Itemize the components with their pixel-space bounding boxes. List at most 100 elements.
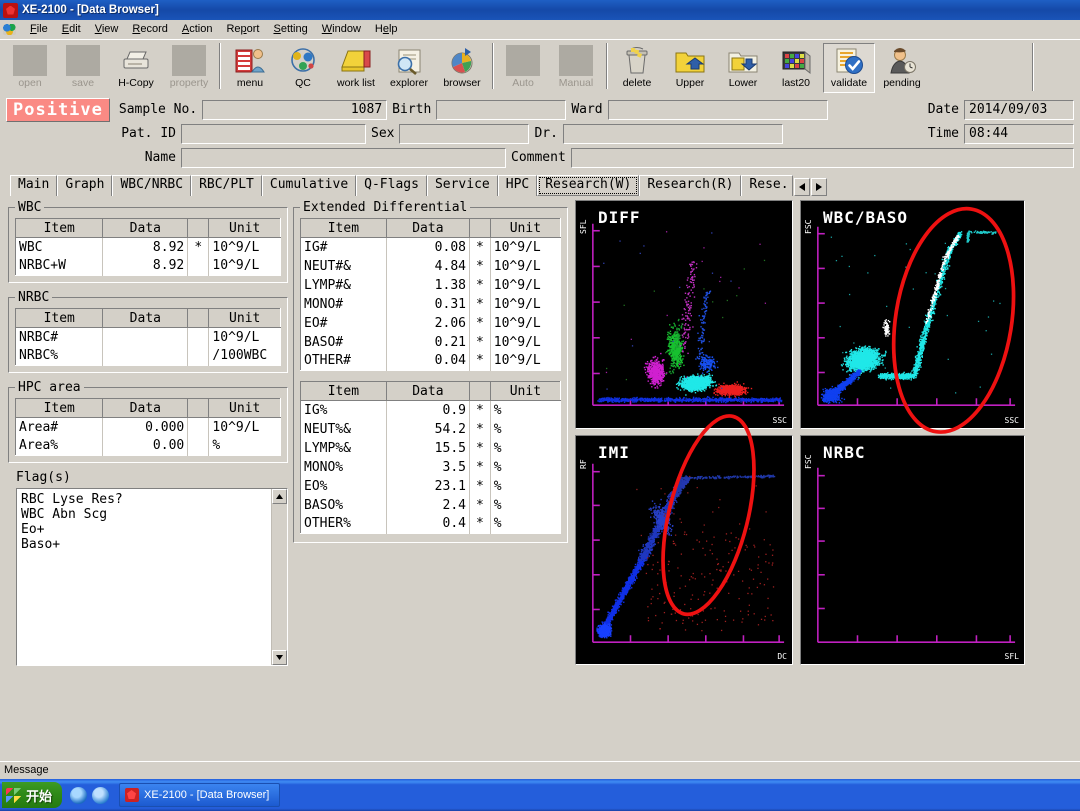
menu-record[interactable]: Record [125,21,174,37]
internet-explorer-icon[interactable] [70,786,88,804]
scattergram-nrbc[interactable]: NRBC FSC SFL [800,435,1025,665]
flags-section: Flag(s) RBC Lyse Res? WBC Abn Scg Eo+ Baso+ [8,470,288,666]
scattergram-column: DIFF SFL SSC WBC/BASO FSC SSC IMI RF DC … [575,200,1074,749]
axis-ticks [817,474,1011,643]
scattergram-imi[interactable]: IMI RF DC [575,435,793,665]
date-input[interactable]: 2014/09/03 [964,99,1074,120]
scattergram-wbc-baso[interactable]: WBC/BASO FSC SSC [800,200,1025,429]
table-row[interactable]: BASO# 0.21 * 10^9/L [300,332,561,352]
tab-q-flags[interactable]: Q-Flags [356,175,427,196]
tab-research-r-[interactable]: Research(R) [639,175,742,196]
cell-unit: 10^9/L [490,256,561,276]
table-row[interactable]: LYMP%& 15.5 *% [300,438,561,458]
toolbar-button-validate[interactable]: validate [823,43,875,93]
menu-window[interactable]: Window [315,21,368,37]
list-item[interactable]: Baso+ [21,537,267,552]
comment-input[interactable] [570,147,1074,168]
list-item[interactable]: RBC Lyse Res? [21,492,267,507]
menu-file[interactable]: File [23,21,55,37]
table-row[interactable]: IG# 0.08 * 10^9/L [300,237,561,257]
menu-view[interactable]: View [88,21,126,37]
ward-input[interactable] [607,99,828,120]
toolbar-button-explorer[interactable]: explorer [383,43,435,93]
table-row[interactable]: Area# 0.000 10^9/L [15,417,281,437]
toolbar-button-menu[interactable]: menu [224,43,276,93]
scroll-down-button[interactable] [272,650,287,665]
col-item: Item [15,218,104,238]
table-row[interactable]: IG% 0.9 *% [300,400,561,420]
flags-scrollbar[interactable] [271,489,287,665]
tab-scroll-right-button[interactable] [811,178,828,196]
time-input[interactable]: 08:44 [964,123,1074,144]
list-item[interactable]: Eo+ [21,522,267,537]
table-row[interactable]: OTHER# 0.04 * 10^9/L [300,351,561,371]
tab-service[interactable]: Service [426,175,498,196]
tab-main[interactable]: Main [10,175,58,196]
toolbar-button-lower[interactable]: Lower [717,43,769,93]
cell-flag: * [469,438,491,458]
quick-launch-bar [68,786,115,804]
toolbar-button-label: Manual [558,77,594,89]
cell-unit: 10^9/L [490,351,561,371]
start-button[interactable]: 开始 [2,782,63,808]
table-row[interactable]: MONO# 0.31 * 10^9/L [300,294,561,314]
scattergram-diff-xlabel: SSC [772,416,787,425]
table-row[interactable]: MONO% 3.5 *% [300,457,561,477]
flags-listbox[interactable]: RBC Lyse Res? WBC Abn Scg Eo+ Baso+ [16,488,288,666]
table-row[interactable]: EO# 2.06 * 10^9/L [300,313,561,333]
list-item[interactable]: WBC Abn Scg [21,507,267,522]
tab-scroll-left-button[interactable] [794,178,811,196]
scattergram-diff[interactable]: DIFF SFL SSC [575,200,793,429]
cell-item: EO% [300,476,387,496]
cell-unit: 10^9/L [208,327,281,347]
toolbar-button-h-copy[interactable]: H-Copy [110,43,162,93]
wbc-table: Item Data Unit WBC 8.92 * 10^9/L NRBC+W 8.92 1… [15,218,281,276]
tab-rese-[interactable]: Rese. [741,175,794,196]
table-row[interactable]: BASO% 2.4 *% [300,495,561,515]
menu-setting[interactable]: Setting [266,21,314,37]
table-row[interactable]: NEUT%& 54.2 *% [300,419,561,439]
toolbar-button-upper[interactable]: Upper [664,43,716,93]
toolbar-button-pending[interactable]: pending [876,43,928,93]
toolbar-button-last20[interactable]: last20 [770,43,822,93]
flags-list[interactable]: RBC Lyse Res? WBC Abn Scg Eo+ Baso+ [17,489,271,665]
table-row[interactable]: OTHER% 0.4 *% [300,514,561,534]
table-row[interactable]: Area% 0.00% [15,436,281,456]
birth-input[interactable] [436,99,567,120]
toolbar-button-delete[interactable]: delete [611,43,663,93]
table-row[interactable]: NRBC% /100WBC [15,346,281,366]
toolbar-button-browser[interactable]: browser [436,43,488,93]
table-row[interactable]: WBC 8.92 * 10^9/L [15,237,281,257]
tab-rbc-plt[interactable]: RBC/PLT [191,175,262,196]
toolbar-button-work-list[interactable]: work list [330,43,382,93]
sex-input[interactable] [399,123,530,144]
dr-input[interactable] [562,123,783,144]
tab-hpc[interactable]: HPC [497,175,538,196]
table-row[interactable]: NRBC+W 8.92 10^9/L [15,256,281,276]
table-row[interactable]: LYMP#& 1.38 * 10^9/L [300,275,561,295]
toolbar-button-qc[interactable]: QC [277,43,329,93]
show-desktop-icon[interactable] [92,786,110,804]
menu-report[interactable]: Report [219,21,266,37]
tab-cumulative[interactable]: Cumulative [261,175,357,196]
table-header-row: Item Data Unit [300,381,561,401]
cell-flag: * [469,351,491,371]
cell-data: 8.92 [102,256,189,276]
pat-id-input[interactable] [181,123,366,144]
table-row[interactable]: NRBC# 10^9/L [15,327,281,347]
sample-no-input[interactable]: 1087 [202,99,388,120]
menu-action[interactable]: Action [175,21,220,37]
scroll-up-button[interactable] [272,489,287,504]
menu-help[interactable]: Help [368,21,405,37]
table-row[interactable]: NEUT#& 4.84 * 10^9/L [300,256,561,276]
toolbar-button-label: Upper [675,77,705,89]
taskbar-task-xe2100[interactable]: XE-2100 - [Data Browser] [119,783,281,807]
tab-research-w-[interactable]: Research(W) [537,175,640,196]
tab-graph[interactable]: Graph [57,175,113,196]
status-bar: Message [0,761,1080,779]
name-input[interactable] [181,147,506,168]
tab-wbc-nrbc[interactable]: WBC/NRBC [112,175,192,196]
col-data: Data [386,381,470,401]
menu-edit[interactable]: Edit [55,21,88,37]
table-row[interactable]: EO% 23.1 *% [300,476,561,496]
